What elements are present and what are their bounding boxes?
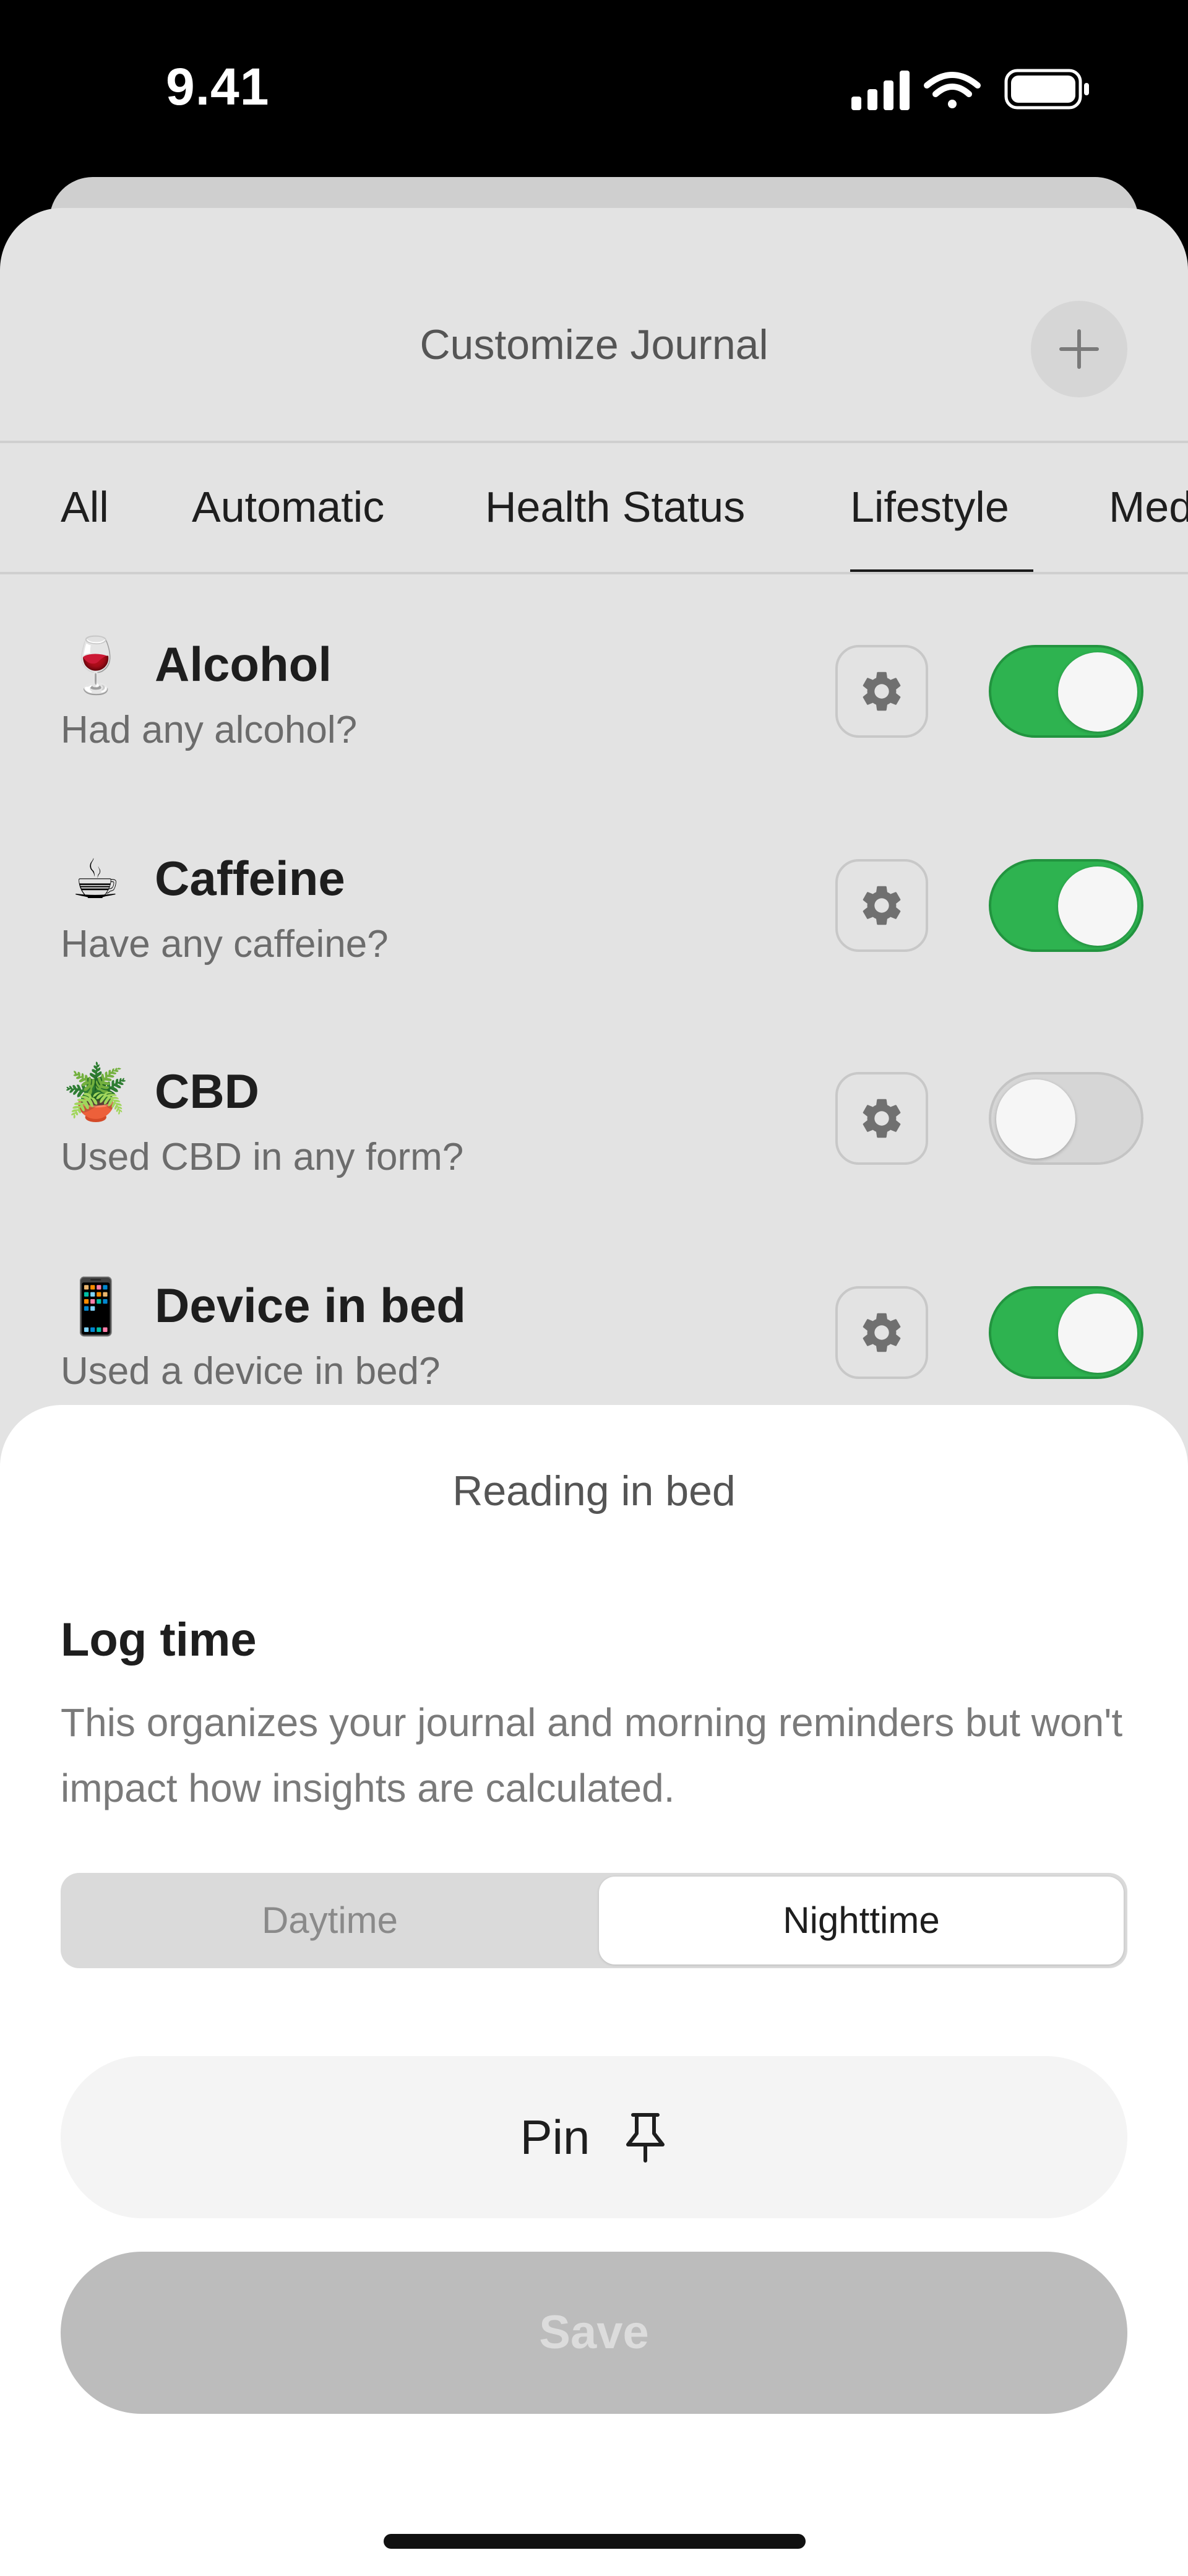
potted-plant-icon: 🪴	[62, 1061, 130, 1123]
tab-health-status[interactable]: Health Status	[485, 443, 745, 571]
journal-item-cbd: 🪴 CBD Used CBD in any form?	[0, 1029, 1188, 1243]
wine-glass-icon: 🍷	[62, 634, 130, 696]
status-time: 9.41	[166, 58, 270, 116]
item-subtitle: Used CBD in any form?	[61, 1136, 464, 1178]
status-bar: 9.41	[0, 0, 1188, 179]
item-subtitle: Have any caffeine?	[61, 923, 389, 966]
item-subtitle: Had any alcohol?	[61, 709, 358, 751]
pushpin-icon	[626, 2113, 665, 2163]
tab-all[interactable]: All	[61, 443, 109, 571]
item-title: CBD	[155, 1064, 259, 1118]
nighttime-option[interactable]: Nighttime	[599, 1877, 1124, 1964]
coffee-cup-icon: ☕	[71, 849, 121, 910]
toggle-knob	[1058, 652, 1137, 732]
wifi-icon	[924, 72, 981, 108]
battery-icon	[1004, 69, 1089, 110]
pin-button[interactable]: Pin	[61, 2056, 1127, 2218]
settings-button[interactable]	[835, 1286, 928, 1379]
page-title: Customize Journal	[420, 321, 768, 368]
tabs-divider	[0, 572, 1188, 574]
settings-button[interactable]	[835, 1072, 928, 1165]
daytime-option[interactable]: Daytime	[64, 1877, 595, 1964]
item-subtitle: Used a device in bed?	[61, 1350, 441, 1393]
log-time-segmented-control: Daytime Nighttime	[61, 1873, 1127, 1968]
item-title: Device in bed	[155, 1278, 466, 1333]
toggle-knob	[1058, 1294, 1137, 1373]
sheet-title: Reading in bed	[452, 1467, 736, 1515]
plus-icon	[1059, 329, 1099, 369]
tab-lifestyle[interactable]: Lifestyle	[850, 443, 1009, 571]
journal-item-alcohol: 🍷 Alcohol Had any alcohol?	[0, 602, 1188, 816]
settings-button[interactable]	[835, 645, 928, 738]
gear-icon	[863, 1099, 901, 1138]
save-button[interactable]: Save	[61, 2252, 1127, 2414]
home-indicator	[384, 2534, 806, 2549]
device-in-bed-toggle[interactable]	[989, 1286, 1143, 1379]
mobile-phone-icon: 📱	[62, 1276, 130, 1337]
item-title: Caffeine	[155, 851, 345, 905]
alcohol-toggle[interactable]	[989, 645, 1143, 738]
gear-icon	[863, 1313, 901, 1352]
tab-automatic[interactable]: Automatic	[192, 443, 384, 571]
category-tabs: All Automatic Health Status Lifestyle Me…	[0, 443, 1188, 571]
gear-icon	[863, 886, 901, 925]
journal-item-caffeine: ☕ Caffeine Have any caffeine?	[0, 816, 1188, 1030]
settings-button[interactable]	[835, 859, 928, 952]
cbd-toggle[interactable]	[989, 1072, 1143, 1165]
pin-label: Pin	[520, 2109, 590, 2164]
caffeine-toggle[interactable]	[989, 859, 1143, 952]
reading-in-bed-sheet: Reading in bed Log time This organizes y…	[0, 1405, 1188, 2576]
item-title: Alcohol	[155, 637, 332, 691]
add-button[interactable]	[1031, 301, 1127, 397]
tab-medication[interactable]: Medication	[1109, 443, 1188, 571]
log-time-heading: Log time	[61, 1614, 257, 1666]
log-time-description: This organizes your journal and morning …	[61, 1700, 1123, 1810]
gear-icon	[863, 672, 901, 711]
toggle-knob	[1058, 867, 1137, 946]
status-icons	[851, 69, 1089, 110]
toggle-knob	[996, 1079, 1075, 1159]
cellular-signal-icon	[851, 71, 910, 110]
